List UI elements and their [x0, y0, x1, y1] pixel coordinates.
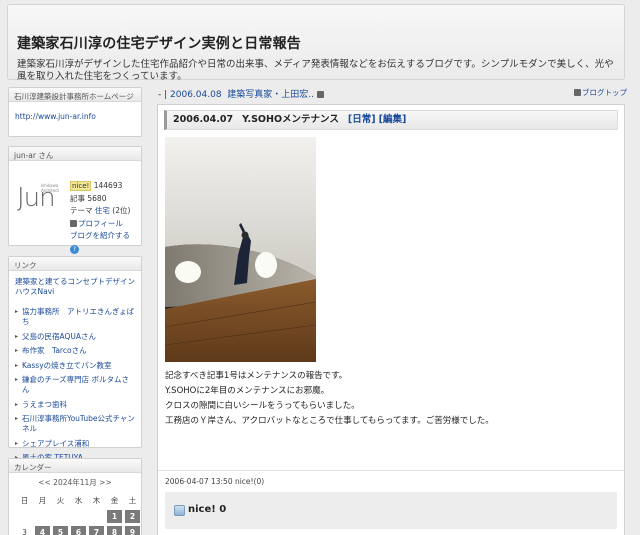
next-entry-icon [316, 91, 324, 98]
entry-divider [158, 470, 624, 471]
calendar-day: 3 [22, 528, 27, 535]
link-item[interactable]: シェアプレイス浦和 [22, 439, 89, 448]
photo-scene [165, 137, 316, 362]
calendar-heading: カレンダー [9, 459, 141, 473]
calendar-day[interactable]: 4 [35, 526, 50, 535]
entry-title-bar: 2006.04.07 Y.SOHOメンテナンス [日常] [編集] [164, 110, 618, 130]
profile-heading: jun-ar さん [9, 147, 141, 161]
calendar-day[interactable]: 9 [125, 526, 140, 535]
nice-count: 144693 [93, 181, 123, 190]
homepage-link[interactable]: http://www.jun-ar.info [15, 112, 96, 121]
body-line: Y.SOHOに2年目のメンテナンスにお邪魔。 [165, 386, 330, 396]
next-entry-title[interactable]: 建築写真家・上田宏.. [227, 90, 314, 100]
logo-subtext: Ishikawa Architect [41, 183, 59, 193]
entry-title[interactable]: Y.SOHOメンテナンス [242, 114, 339, 125]
calendar-empty [71, 510, 86, 523]
link-item[interactable]: Kassyの焼き立てパン教室 [22, 361, 112, 370]
profile-widget: jun-ar さん Jun Ishikawa Architect nice! 1… [8, 146, 142, 254]
links-heading: リンク [9, 257, 141, 271]
site-title[interactable]: 建築家石川淳の住宅デザイン実例と日常報告 [17, 33, 301, 53]
blog-top-link-wrap: ブログトップ [574, 87, 627, 98]
theme-label: テーマ [70, 206, 95, 215]
profile-link[interactable]: プロフィール [78, 219, 123, 228]
weekday-wed: 水 [74, 496, 83, 505]
help-icon[interactable]: ? [70, 244, 79, 254]
calendar-empty [89, 510, 104, 523]
body-line: 記念すべき記事1号はメンテナンスの報告です。 [165, 371, 348, 381]
calendar-widget: カレンダー << 2024年11月 >> 日 月 火 水 木 金 土 1 2 3… [8, 458, 142, 535]
blog-entry: 2006.04.07 Y.SOHOメンテナンス [日常] [編集] 記念すべき記… [157, 104, 625, 535]
homepage-heading: 石川淳建築設計事務所ホームページ [9, 88, 141, 102]
calendar-empty [17, 510, 32, 523]
weekday-tue: 火 [56, 496, 65, 505]
weekday-thu: 木 [92, 496, 101, 505]
links-widget: リンク 建築家と建てるコンセプトデザインハウスNavi 協力事務所 アトリエきん… [8, 256, 142, 463]
home-icon [574, 89, 581, 96]
entry-meta[interactable]: 2006-04-07 13:50 nice!(0) [165, 477, 264, 486]
body-line: クロスの隙間に白いシールをうってもらいました。 [165, 401, 360, 411]
entry-body: 記念すべき記事1号はメンテナンスの報告です。 Y.SOHOに2年目のメンテナンス… [165, 369, 494, 429]
nice-box: nice! 0 [165, 492, 617, 529]
calendar-day[interactable]: 2 [125, 510, 140, 523]
calendar-empty [35, 510, 50, 523]
calendar-empty [53, 510, 68, 523]
weekday-sun: 日 [20, 496, 29, 505]
link-item[interactable]: 石川淳事務所YouTube公式チャンネル [22, 414, 135, 433]
body-line: 工務店のＹ岸さん、アクロバットなところで仕事してもらってます。ご苦労様でした。 [165, 416, 494, 426]
blog-header: 建築家石川淳の住宅デザイン実例と日常報告 建築家石川淳がデザインした住宅作品紹介… [7, 4, 625, 82]
link-item[interactable]: 協力事務所 アトリエきんぎょばち [22, 307, 134, 326]
theme-link[interactable]: 住宅 [95, 206, 110, 215]
link-item[interactable]: 布作家 Tarcoさん [22, 346, 87, 355]
link-item[interactable]: うえまつ歯科 [22, 400, 67, 409]
weekday-fri: 金 [110, 496, 119, 505]
category-link[interactable]: [日常] [348, 114, 376, 125]
site-description: 建築家石川淳がデザインした住宅作品紹介や日常の出来事、メディア発表情報などをお伝… [17, 59, 614, 82]
calendar-day[interactable]: 5 [53, 526, 68, 535]
nice-label[interactable]: nice! 0 [188, 504, 226, 515]
entry-date: 2006.04.07 [173, 114, 234, 125]
theme-rank: (2位) [109, 206, 131, 215]
nav-prefix: - | [158, 90, 171, 100]
link-concept-design-navi[interactable]: 建築家と建てるコンセプトデザインハウスNavi [15, 277, 135, 296]
article-count: 記事 5680 [70, 193, 107, 203]
calendar-day[interactable]: 8 [107, 526, 122, 535]
profile-info: nice! 144693 記事 5680 テーマ 住宅 (2位) プロフィール … [70, 180, 130, 255]
jun-logo[interactable]: Jun Ishikawa Architect [17, 183, 63, 217]
link-item[interactable]: 鎌倉のチーズ専門店 ボルタムさん [22, 375, 129, 394]
link-item[interactable]: 父島の民宿AQUAさん [22, 332, 96, 341]
next-entry-date[interactable]: 2006.04.08 [170, 90, 222, 100]
entry-navigation: - | 2006.04.08 建築写真家・上田宏.. [158, 87, 325, 100]
edit-link[interactable]: [編集] [379, 114, 407, 125]
weekday-sat: 土 [128, 496, 137, 505]
nice-icon[interactable] [174, 505, 185, 516]
profile-icon [70, 219, 77, 227]
weekday-mon: 月 [38, 496, 47, 505]
homepage-widget: 石川淳建築設計事務所ホームページ http://www.jun-ar.info [8, 87, 142, 137]
blog-top-link[interactable]: ブログトップ [582, 88, 627, 97]
calendar-day[interactable]: 7 [89, 526, 104, 535]
calendar-day[interactable]: 1 [107, 510, 122, 523]
maintenance-photo[interactable] [165, 137, 316, 362]
calendar-day[interactable]: 6 [71, 526, 86, 535]
calendar-grid: 日 月 火 水 木 金 土 1 2 3 4 5 6 7 8 9 [17, 494, 141, 535]
nice-badge: nice! [70, 181, 92, 191]
calendar-nav[interactable]: << 2024年11月 >> [9, 477, 141, 488]
introduce-blog-link[interactable]: ブログを紹介する [70, 231, 130, 240]
